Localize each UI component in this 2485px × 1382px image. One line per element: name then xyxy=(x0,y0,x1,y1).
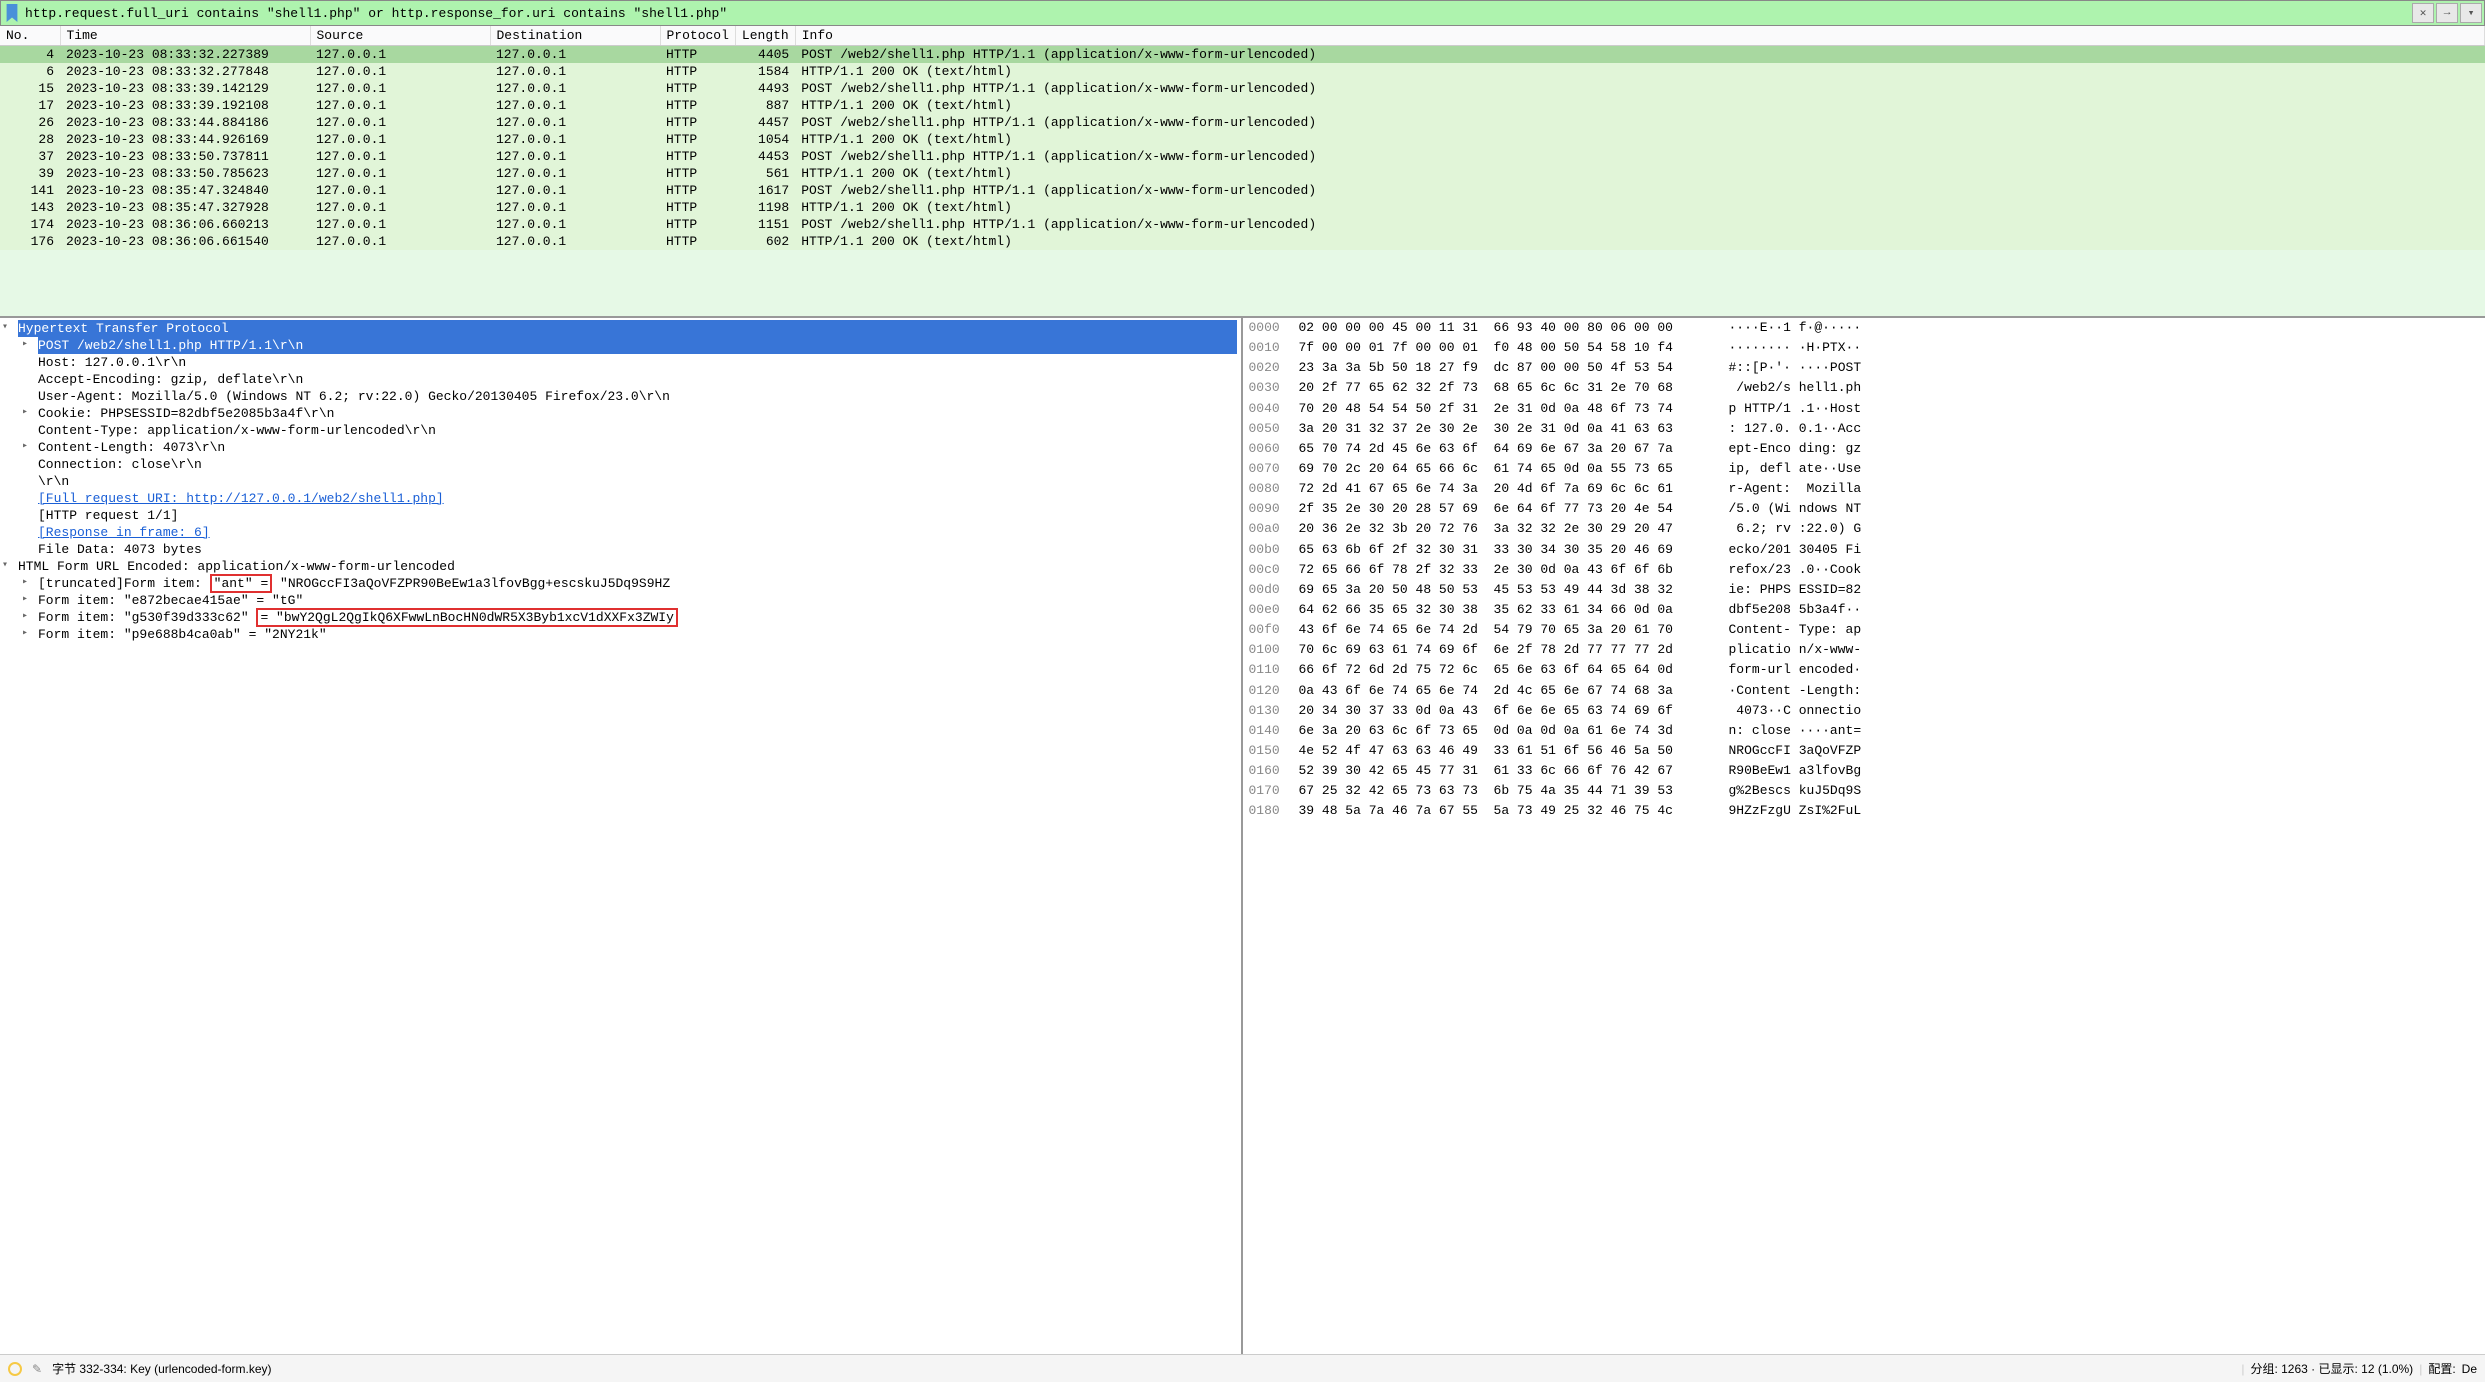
hex-row[interactable]: 01406e 3a 20 63 6c 6f 73 65 0d 0a 0d 0a … xyxy=(1243,721,2485,741)
tree-http-request[interactable]: [HTTP request 1/1] xyxy=(38,507,1237,524)
chevron-right-icon[interactable]: ▸ xyxy=(22,593,28,605)
hex-row[interactable]: 00902f 35 2e 30 20 28 57 69 6e 64 6f 77 … xyxy=(1243,499,2485,519)
hex-row[interactable]: 01504e 52 4f 47 63 63 46 49 33 61 51 6f … xyxy=(1243,741,2485,761)
hex-row[interactable]: 018039 48 5a 7a 46 7a 67 55 5a 73 49 25 … xyxy=(1243,801,2485,821)
filter-recent-button[interactable]: ▾ xyxy=(2460,3,2482,23)
tree-form-item-3[interactable]: ▸Form item: "g530f39d333c62" = "bwY2QgL2… xyxy=(38,609,1237,626)
tree-file-data[interactable]: File Data: 4073 bytes xyxy=(38,541,1237,558)
hex-row[interactable]: 00107f 00 00 01 7f 00 00 01 f0 48 00 50 … xyxy=(1243,338,2485,358)
packet-row[interactable]: 172023-10-23 08:33:39.192108127.0.0.1127… xyxy=(0,97,2485,114)
highlight-base64-value: = "bwY2QgL2QgIkQ6XFwwLnBocHN0dWR5X3Byb1x… xyxy=(256,608,677,627)
bookmark-icon[interactable] xyxy=(3,4,21,22)
bottom-split: ▾Hypertext Transfer Protocol ▸POST /web2… xyxy=(0,318,2485,1354)
hex-row[interactable]: 011066 6f 72 6d 2d 75 72 6c 65 6e 63 6f … xyxy=(1243,660,2485,680)
tree-content-type[interactable]: Content-Type: application/x-www-form-url… xyxy=(38,422,1237,439)
hex-row[interactable]: 017067 25 32 42 65 73 63 73 6b 75 4a 35 … xyxy=(1243,781,2485,801)
chevron-right-icon[interactable]: ▸ xyxy=(22,610,28,622)
tree-form-root[interactable]: ▾HTML Form URL Encoded: application/x-ww… xyxy=(18,558,1237,575)
tree-user-agent[interactable]: User-Agent: Mozilla/5.0 (Windows NT 6.2;… xyxy=(38,388,1237,405)
packet-row[interactable]: 1432023-10-23 08:35:47.327928127.0.0.112… xyxy=(0,199,2485,216)
packet-row[interactable]: 1412023-10-23 08:35:47.324840127.0.0.112… xyxy=(0,182,2485,199)
status-packet-count: 分组: 1263 · 已显示: 12 (1.0%) xyxy=(2250,1360,2413,1377)
packet-row[interactable]: 62023-10-23 08:33:32.277848127.0.0.1127.… xyxy=(0,63,2485,80)
packet-list-pane[interactable]: No. Time Source Destination Protocol Len… xyxy=(0,26,2485,318)
packet-details-pane[interactable]: ▾Hypertext Transfer Protocol ▸POST /web2… xyxy=(0,318,1243,1354)
hex-row[interactable]: 002023 3a 3a 5b 50 18 27 f9 dc 87 00 00 … xyxy=(1243,358,2485,378)
hex-row[interactable]: 008072 2d 41 67 65 6e 74 3a 20 4d 6f 7a … xyxy=(1243,479,2485,499)
chevron-down-icon[interactable]: ▾ xyxy=(2,321,8,333)
hex-row[interactable]: 006065 70 74 2d 45 6e 63 6f 64 69 6e 67 … xyxy=(1243,439,2485,459)
tree-form-item-4[interactable]: ▸Form item: "p9e688b4ca0ab" = "2NY21k" xyxy=(38,626,1237,643)
chevron-right-icon[interactable]: ▸ xyxy=(22,406,28,418)
packet-row[interactable]: 152023-10-23 08:33:39.142129127.0.0.1127… xyxy=(0,80,2485,97)
status-profile-value[interactable]: De xyxy=(2462,1362,2477,1376)
tree-cookie[interactable]: ▸Cookie: PHPSESSID=82dbf5e2085b3a4f\r\n xyxy=(38,405,1237,422)
hex-row[interactable]: 00b065 63 6b 6f 2f 32 30 31 33 30 34 30 … xyxy=(1243,540,2485,560)
tree-form-item-2[interactable]: ▸Form item: "e872becae415ae" = "tG" xyxy=(38,592,1237,609)
tree-content-length[interactable]: ▸Content-Length: 4073\r\n xyxy=(38,439,1237,456)
col-info[interactable]: Info xyxy=(795,26,2484,46)
chevron-right-icon[interactable]: ▸ xyxy=(22,440,28,452)
hex-row[interactable]: 010070 6c 69 63 61 74 69 6f 6e 2f 78 2d … xyxy=(1243,640,2485,660)
filter-apply-button[interactable]: → xyxy=(2436,3,2458,23)
tree-post-line[interactable]: ▸POST /web2/shell1.php HTTP/1.1\r\n xyxy=(38,337,1237,354)
tree-crlf[interactable]: \r\n xyxy=(38,473,1237,490)
chevron-down-icon[interactable]: ▾ xyxy=(2,559,8,571)
hex-row[interactable]: 00d069 65 3a 20 50 48 50 53 45 53 53 49 … xyxy=(1243,580,2485,600)
tree-host[interactable]: Host: 127.0.0.1\r\n xyxy=(38,354,1237,371)
tree-accept-encoding[interactable]: Accept-Encoding: gzip, deflate\r\n xyxy=(38,371,1237,388)
hex-row[interactable]: 00a020 36 2e 32 3b 20 72 76 3a 32 32 2e … xyxy=(1243,519,2485,539)
edit-icon[interactable]: ✎ xyxy=(32,1362,42,1376)
packet-row[interactable]: 262023-10-23 08:33:44.884186127.0.0.1127… xyxy=(0,114,2485,131)
packet-header-row[interactable]: No. Time Source Destination Protocol Len… xyxy=(0,26,2485,46)
packet-row[interactable]: 1742023-10-23 08:36:06.660213127.0.0.112… xyxy=(0,216,2485,233)
packet-table: No. Time Source Destination Protocol Len… xyxy=(0,26,2485,250)
col-no[interactable]: No. xyxy=(0,26,60,46)
packet-row[interactable]: 1762023-10-23 08:36:06.661540127.0.0.112… xyxy=(0,233,2485,250)
col-source[interactable]: Source xyxy=(310,26,490,46)
hex-row[interactable]: 013020 34 30 37 33 0d 0a 43 6f 6e 6e 65 … xyxy=(1243,701,2485,721)
chevron-right-icon[interactable]: ▸ xyxy=(22,576,28,588)
col-length[interactable]: Length xyxy=(735,26,795,46)
hex-row[interactable]: 003020 2f 77 65 62 32 2f 73 68 65 6c 6c … xyxy=(1243,378,2485,398)
status-bar: ✎ 字节 332-334: Key (urlencoded-form.key) … xyxy=(0,1354,2485,1382)
chevron-right-icon[interactable]: ▸ xyxy=(22,627,28,639)
hex-row[interactable]: 01200a 43 6f 6e 74 65 6e 74 2d 4c 65 6e … xyxy=(1243,681,2485,701)
packet-row[interactable]: 392023-10-23 08:33:50.785623127.0.0.1127… xyxy=(0,165,2485,182)
tree-http-root[interactable]: ▾Hypertext Transfer Protocol xyxy=(18,320,1237,337)
display-filter-input[interactable] xyxy=(25,6,2410,21)
tree-form-item-ant[interactable]: ▸[truncated]Form item: "ant" = "NROGccFI… xyxy=(38,575,1237,592)
highlight-ant-key: "ant" = xyxy=(210,574,273,593)
packet-row[interactable]: 372023-10-23 08:33:50.737811127.0.0.1127… xyxy=(0,148,2485,165)
col-time[interactable]: Time xyxy=(60,26,310,46)
col-protocol[interactable]: Protocol xyxy=(660,26,735,46)
packet-row[interactable]: 282023-10-23 08:33:44.926169127.0.0.1127… xyxy=(0,131,2485,148)
hex-row[interactable]: 00503a 20 31 32 37 2e 30 2e 30 2e 31 0d … xyxy=(1243,419,2485,439)
hex-row[interactable]: 000002 00 00 00 45 00 11 31 66 93 40 00 … xyxy=(1243,318,2485,338)
hex-row[interactable]: 00c072 65 66 6f 78 2f 32 33 2e 30 0d 0a … xyxy=(1243,560,2485,580)
details-hscroll[interactable] xyxy=(0,1338,1241,1354)
tree-connection[interactable]: Connection: close\r\n xyxy=(38,456,1237,473)
hex-row[interactable]: 00f043 6f 6e 74 65 6e 74 2d 54 79 70 65 … xyxy=(1243,620,2485,640)
status-field-info: 字节 332-334: Key (urlencoded-form.key) xyxy=(52,1360,2241,1377)
hex-dump-pane[interactable]: 000002 00 00 00 45 00 11 31 66 93 40 00 … xyxy=(1243,318,2485,1354)
tree-response-frame[interactable]: [Response in frame: 6] xyxy=(38,524,1237,541)
filter-clear-button[interactable]: ✕ xyxy=(2412,3,2434,23)
tree-full-uri[interactable]: [Full request URI: http://127.0.0.1/web2… xyxy=(38,490,1237,507)
hex-row[interactable]: 004070 20 48 54 54 50 2f 31 2e 31 0d 0a … xyxy=(1243,399,2485,419)
chevron-right-icon[interactable]: ▸ xyxy=(22,338,28,350)
hex-row[interactable]: 007069 70 2c 20 64 65 66 6c 61 74 65 0d … xyxy=(1243,459,2485,479)
hex-row[interactable]: 016052 39 30 42 65 45 77 31 61 33 6c 66 … xyxy=(1243,761,2485,781)
col-destination[interactable]: Destination xyxy=(490,26,660,46)
expert-info-icon[interactable] xyxy=(8,1362,22,1376)
display-filter-bar: ✕ → ▾ xyxy=(0,0,2485,26)
status-profile-label: 配置: xyxy=(2428,1360,2455,1377)
packet-row[interactable]: 42023-10-23 08:33:32.227389127.0.0.1127.… xyxy=(0,46,2485,64)
hex-row[interactable]: 00e064 62 66 35 65 32 30 38 35 62 33 61 … xyxy=(1243,600,2485,620)
